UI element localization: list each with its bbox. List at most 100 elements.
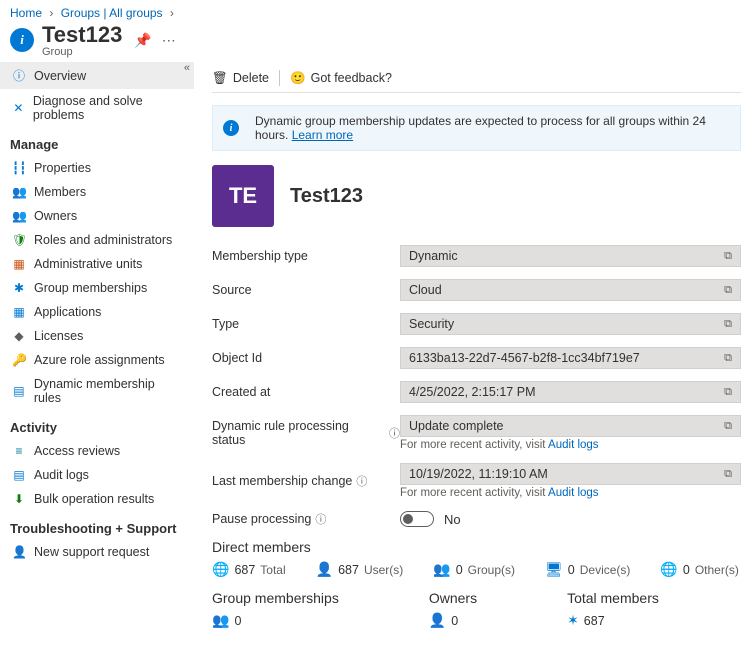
sidebar-item-admin-units[interactable]: ▦ Administrative units <box>0 252 194 276</box>
prop-value-text: 10/19/2022, 11:19:10 AM <box>409 467 548 481</box>
direct-members-stats: 🌐 687 Total 👤 687 User(s) 👥 0 Group(s) 🖥… <box>212 561 741 578</box>
sidebar-label: Access reviews <box>34 444 120 458</box>
sidebar-label: Overview <box>34 69 86 83</box>
feedback-button[interactable]: 🙂 Got feedback? <box>290 71 392 86</box>
sidebar-section-activity: Activity <box>0 410 194 439</box>
sidebar-item-bulk-results[interactable]: ⬇ Bulk operation results <box>0 487 194 511</box>
admin-units-icon: ▦ <box>12 257 26 271</box>
access-reviews-icon: ≡ <box>12 444 26 458</box>
prop-label: Dynamic rule processing status ⓘ <box>212 419 400 447</box>
stat-label: User(s) <box>364 563 403 577</box>
sidebar-item-licenses[interactable]: ◆ Licenses <box>0 324 194 348</box>
sidebar-label: Licenses <box>34 329 83 343</box>
prop-value-text: Security <box>409 317 454 331</box>
stat-count: 0 <box>451 614 458 628</box>
stat-gm: 👥 0 <box>212 612 339 629</box>
prop-value-text: 6133ba13-22d7-4567-b2f8-1cc34bf719e7 <box>409 351 640 365</box>
audit-logs-link[interactable]: Audit logs <box>548 487 599 499</box>
prop-object-id: Object Id 6133ba13-22d7-4567-b2f8-1cc34b… <box>212 347 741 369</box>
stat-users: 👤 687 User(s) <box>316 561 404 578</box>
copy-icon[interactable]: ⧉ <box>724 250 732 263</box>
copy-icon[interactable]: ⧉ <box>724 468 732 481</box>
copy-icon[interactable]: ⧉ <box>724 284 732 297</box>
prop-pause-processing: Pause processing ⓘ No <box>212 511 741 527</box>
sidebar-item-properties[interactable]: ┇┇ Properties <box>0 156 194 180</box>
sidebar-item-applications[interactable]: ▦ Applications <box>0 300 194 324</box>
sidebar-item-new-support[interactable]: 👤 New support request <box>0 540 194 564</box>
collapse-sidebar-icon[interactable]: « <box>184 62 190 74</box>
prop-membership-type: Membership type Dynamic ⧉ <box>212 245 741 267</box>
sidebar-item-dynamic-rules[interactable]: ▤ Dynamic membership rules <box>0 372 194 410</box>
sidebar-item-group-memberships[interactable]: ✱ Group memberships <box>0 276 194 300</box>
copy-icon[interactable]: ⧉ <box>724 386 732 399</box>
sidebar-item-roles[interactable]: 🛡 Roles and administrators <box>0 228 194 252</box>
pin-icon[interactable]: 📌 <box>134 32 151 49</box>
info-hint-icon[interactable]: ⓘ <box>389 425 400 441</box>
info-hint-icon[interactable]: ⓘ <box>315 511 326 527</box>
copy-icon[interactable]: ⧉ <box>724 318 732 331</box>
owners-header: Owners <box>429 590 477 606</box>
stat-label: Device(s) <box>580 563 631 577</box>
direct-members-header: Direct members <box>212 539 741 555</box>
sidebar-label: Members <box>34 185 86 199</box>
delete-button[interactable]: 🗑 Delete <box>212 71 269 86</box>
stat-label: Other(s) <box>695 563 739 577</box>
globe-icon: 🌐 <box>660 561 677 578</box>
sidebar-item-audit-logs[interactable]: ▤ Audit logs <box>0 463 194 487</box>
breadcrumb-groups[interactable]: Groups | All groups <box>61 6 163 20</box>
sidebar-item-members[interactable]: 👥 Members <box>0 180 194 204</box>
sidebar-item-owners[interactable]: 👥 Owners <box>0 204 194 228</box>
prop-label-text: Last membership change <box>212 474 352 488</box>
sidebar-item-azure-roles[interactable]: 🔑 Azure role assignments <box>0 348 194 372</box>
stat-count: 0 <box>683 563 690 577</box>
prop-value: 10/19/2022, 11:19:10 AM ⧉ <box>400 463 741 485</box>
info-icon: ⓘ <box>12 67 26 84</box>
stat-total: 🌐 687 Total <box>212 561 286 578</box>
owners-icon: 👥 <box>12 209 26 223</box>
breadcrumb-home[interactable]: Home <box>10 6 42 20</box>
groups-icon: 👥 <box>433 561 450 578</box>
pause-toggle-value: No <box>444 512 461 527</box>
feedback-label: Got feedback? <box>311 71 392 85</box>
roles-icon: 🛡 <box>12 233 26 247</box>
prop-note: For more recent activity, visit Audit lo… <box>400 439 741 451</box>
info-icon: i <box>10 28 34 52</box>
prop-label: Object Id <box>212 351 400 365</box>
audit-logs-icon: ▤ <box>12 468 26 482</box>
prop-dyn-status: Dynamic rule processing status ⓘ Update … <box>212 415 741 451</box>
prop-last-change: Last membership change ⓘ 10/19/2022, 11:… <box>212 463 741 499</box>
feedback-icon: 🙂 <box>290 71 306 86</box>
prop-label: Created at <box>212 385 400 399</box>
audit-logs-link[interactable]: Audit logs <box>548 439 599 451</box>
sidebar-label: Applications <box>34 305 101 319</box>
stat-devices: 🖥 0 Device(s) <box>545 561 630 578</box>
more-icon[interactable]: ⋯ <box>162 32 176 49</box>
user-icon: 👤 <box>316 561 333 578</box>
key-icon: 🔑 <box>12 353 26 367</box>
sidebar-label: Azure role assignments <box>34 353 165 367</box>
rules-icon: ▤ <box>12 384 26 398</box>
sidebar-item-overview[interactable]: ⓘ Overview <box>0 62 194 89</box>
total-icon: ✶ <box>567 612 579 629</box>
sidebar-section-manage: Manage <box>0 127 194 156</box>
learn-more-link[interactable]: Learn more <box>292 128 353 142</box>
stat-count: 687 <box>338 563 359 577</box>
stat-label: Total <box>260 563 285 577</box>
copy-icon[interactable]: ⧉ <box>724 420 732 433</box>
prop-value: Update complete ⧉ <box>400 415 741 437</box>
prop-label-text: Dynamic rule processing status <box>212 419 385 447</box>
pause-toggle[interactable] <box>400 511 434 527</box>
groups-icon: 👥 <box>212 612 229 629</box>
info-hint-icon[interactable]: ⓘ <box>356 473 367 489</box>
prop-label: Pause processing ⓘ <box>212 511 400 527</box>
prop-note: For more recent activity, visit Audit lo… <box>400 487 741 499</box>
sidebar-item-diagnose[interactable]: ✕ Diagnose and solve problems <box>0 89 194 127</box>
col-total-members: Total members ✶ 687 <box>567 590 659 629</box>
members-icon: 👥 <box>12 185 26 199</box>
sidebar-item-access-reviews[interactable]: ≡ Access reviews <box>0 439 194 463</box>
properties-icon: ┇┇ <box>12 161 26 175</box>
sidebar-section-troubleshoot: Troubleshooting + Support <box>0 511 194 540</box>
prop-value: 4/25/2022, 2:15:17 PM ⧉ <box>400 381 741 403</box>
group-avatar: TE <box>212 165 274 227</box>
copy-icon[interactable]: ⧉ <box>724 352 732 365</box>
